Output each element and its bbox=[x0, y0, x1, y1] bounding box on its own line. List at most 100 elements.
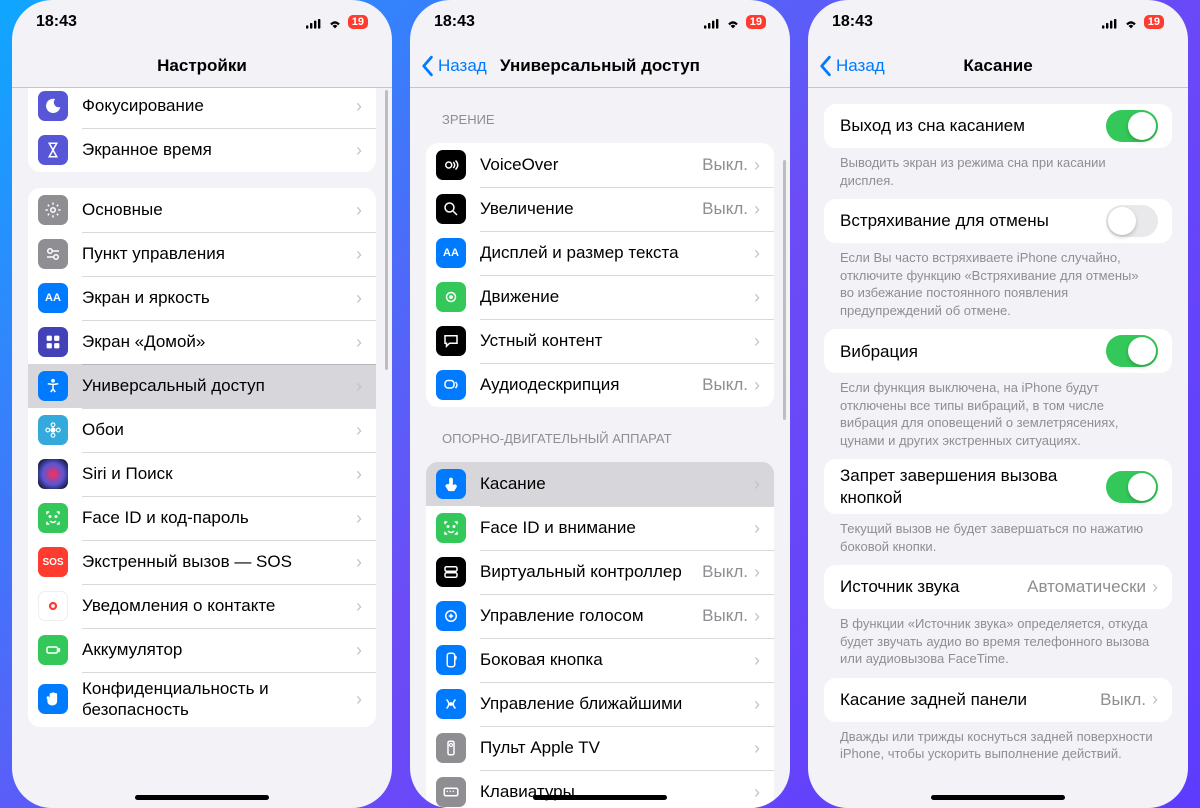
row-sos[interactable]: SOS Экстренный вызов — SOS › bbox=[28, 540, 376, 584]
switch-endcall[interactable] bbox=[1106, 471, 1158, 503]
row-label: Обои bbox=[82, 419, 356, 440]
chevron-right-icon: › bbox=[356, 96, 362, 117]
row-label: Аудиодескрипция bbox=[480, 374, 702, 395]
row-tapwake[interactable]: Выход из сна касанием bbox=[824, 104, 1172, 148]
home-indicator[interactable] bbox=[135, 795, 269, 800]
status-bar: 18:43 19 bbox=[12, 0, 392, 44]
wifi-icon bbox=[725, 16, 741, 28]
battery-badge: 19 bbox=[1144, 15, 1164, 29]
scrollbar[interactable] bbox=[783, 160, 786, 420]
gear-icon bbox=[38, 195, 68, 225]
footer-vibration: Если функция выключена, на iPhone будут … bbox=[824, 373, 1172, 449]
row-home[interactable]: Экран «Домой» › bbox=[28, 320, 376, 364]
chevron-right-icon: › bbox=[754, 474, 760, 495]
phone-touch: 18:43 19 Назад Касание Выход из сна каса… bbox=[808, 0, 1188, 808]
back-button[interactable]: Назад bbox=[818, 55, 885, 77]
row-touch[interactable]: Касание › bbox=[426, 462, 774, 506]
row-screentime[interactable]: Экранное время › bbox=[28, 128, 376, 172]
chevron-right-icon: › bbox=[356, 288, 362, 309]
chevron-right-icon: › bbox=[356, 552, 362, 573]
nearby-icon bbox=[436, 689, 466, 719]
row-state: Выкл. bbox=[1100, 690, 1146, 710]
row-audiodesc[interactable]: Аудиодескрипция Выкл. › bbox=[426, 363, 774, 407]
row-battery[interactable]: Аккумулятор › bbox=[28, 628, 376, 672]
switch-vibration[interactable] bbox=[1106, 335, 1158, 367]
scrollbar[interactable] bbox=[385, 90, 388, 370]
row-displaytext[interactable]: AA Дисплей и размер текста › bbox=[426, 231, 774, 275]
row-appletv[interactable]: Пульт Apple TV › bbox=[426, 726, 774, 770]
chevron-right-icon: › bbox=[356, 244, 362, 265]
row-voice-control[interactable]: Управление голосом Выкл. › bbox=[426, 594, 774, 638]
motion-icon bbox=[436, 282, 466, 312]
row-state: Выкл. bbox=[702, 562, 748, 582]
back-button[interactable]: Назад bbox=[420, 55, 487, 77]
row-label: Управление голосом bbox=[480, 605, 702, 626]
chevron-right-icon: › bbox=[754, 738, 760, 759]
row-voiceover[interactable]: VoiceOver Выкл. › bbox=[426, 143, 774, 187]
row-nearby[interactable]: Управление ближайшими › bbox=[426, 682, 774, 726]
home-indicator[interactable] bbox=[931, 795, 1065, 800]
row-spoken[interactable]: Устный контент › bbox=[426, 319, 774, 363]
row-keyboards[interactable]: Клавиатуры › bbox=[426, 770, 774, 808]
nav-title: Касание bbox=[963, 56, 1032, 76]
row-sidebutton[interactable]: Боковая кнопка › bbox=[426, 638, 774, 682]
touch-icon bbox=[436, 469, 466, 499]
row-faceid-attention[interactable]: Face ID и внимание › bbox=[426, 506, 774, 550]
row-backtap[interactable]: Касание задней панели Выкл. › bbox=[824, 678, 1172, 722]
row-shake[interactable]: Встряхивание для отмены bbox=[824, 199, 1172, 243]
row-motion[interactable]: Движение › bbox=[426, 275, 774, 319]
row-endcall[interactable]: Запрет завершения вызова кнопкой bbox=[824, 459, 1172, 514]
row-general[interactable]: Основные › bbox=[28, 188, 376, 232]
signal-icon bbox=[306, 16, 322, 28]
chevron-right-icon: › bbox=[356, 464, 362, 485]
row-contact-notif[interactable]: Уведомления о контакте › bbox=[28, 584, 376, 628]
status-time: 18:43 bbox=[832, 13, 873, 31]
nav-bar: Настройки bbox=[12, 44, 392, 88]
chevron-right-icon: › bbox=[754, 199, 760, 220]
row-label: Экран и яркость bbox=[82, 287, 356, 308]
row-accessibility[interactable]: Универсальный доступ › bbox=[28, 364, 376, 408]
flower-icon bbox=[38, 415, 68, 445]
row-focus[interactable]: Фокусирование › bbox=[28, 88, 376, 128]
footer-shake: Если Вы часто встряхиваете iPhone случай… bbox=[824, 243, 1172, 319]
textsize-icon: AA bbox=[436, 238, 466, 268]
content-scroll[interactable]: Зрение VoiceOver Выкл. › Увеличение Выкл… bbox=[410, 88, 790, 808]
row-zoom[interactable]: Увеличение Выкл. › bbox=[426, 187, 774, 231]
row-label: Виртуальный контроллер bbox=[480, 561, 702, 582]
row-display[interactable]: AA Экран и яркость › bbox=[28, 276, 376, 320]
row-label: Источник звука bbox=[840, 576, 1027, 597]
row-audioroute[interactable]: Источник звука Автоматически › bbox=[824, 565, 1172, 609]
chevron-right-icon: › bbox=[754, 782, 760, 803]
row-siri[interactable]: Siri и Поиск › bbox=[28, 452, 376, 496]
chevron-right-icon: › bbox=[754, 650, 760, 671]
row-label: Увеличение bbox=[480, 198, 702, 219]
footer-backtap: Дважды или трижды коснуться задней повер… bbox=[824, 722, 1172, 763]
row-vibration[interactable]: Вибрация bbox=[824, 329, 1172, 373]
chevron-right-icon: › bbox=[356, 640, 362, 661]
row-virtual-controller[interactable]: Виртуальный контроллер Выкл. › bbox=[426, 550, 774, 594]
signal-icon bbox=[704, 16, 720, 28]
switch-shake[interactable] bbox=[1106, 205, 1158, 237]
row-label: Уведомления о контакте bbox=[82, 595, 356, 616]
row-label: Касание bbox=[480, 473, 754, 494]
row-control-center[interactable]: Пункт управления › bbox=[28, 232, 376, 276]
keyboard-icon bbox=[436, 777, 466, 807]
sidebutton-icon bbox=[436, 645, 466, 675]
chevron-right-icon: › bbox=[356, 140, 362, 161]
content-scroll[interactable]: Фокусирование › Экранное время › Основны… bbox=[12, 88, 392, 808]
row-state: Выкл. bbox=[702, 155, 748, 175]
row-label: Siri и Поиск bbox=[82, 463, 356, 484]
content-scroll[interactable]: Выход из сна касанием Выводить экран из … bbox=[808, 88, 1188, 808]
switch-tapwake[interactable] bbox=[1106, 110, 1158, 142]
chevron-right-icon: › bbox=[356, 200, 362, 221]
chevron-right-icon: › bbox=[754, 694, 760, 715]
status-time: 18:43 bbox=[434, 13, 475, 31]
row-privacy[interactable]: Конфиденциальность и безопасность › bbox=[28, 672, 376, 727]
sliders-icon bbox=[38, 239, 68, 269]
row-faceid[interactable]: Face ID и код-пароль › bbox=[28, 496, 376, 540]
row-wallpaper[interactable]: Обои › bbox=[28, 408, 376, 452]
hand-icon bbox=[38, 684, 68, 714]
home-indicator[interactable] bbox=[533, 795, 667, 800]
moon-icon bbox=[38, 91, 68, 121]
wifi-icon bbox=[327, 16, 343, 28]
